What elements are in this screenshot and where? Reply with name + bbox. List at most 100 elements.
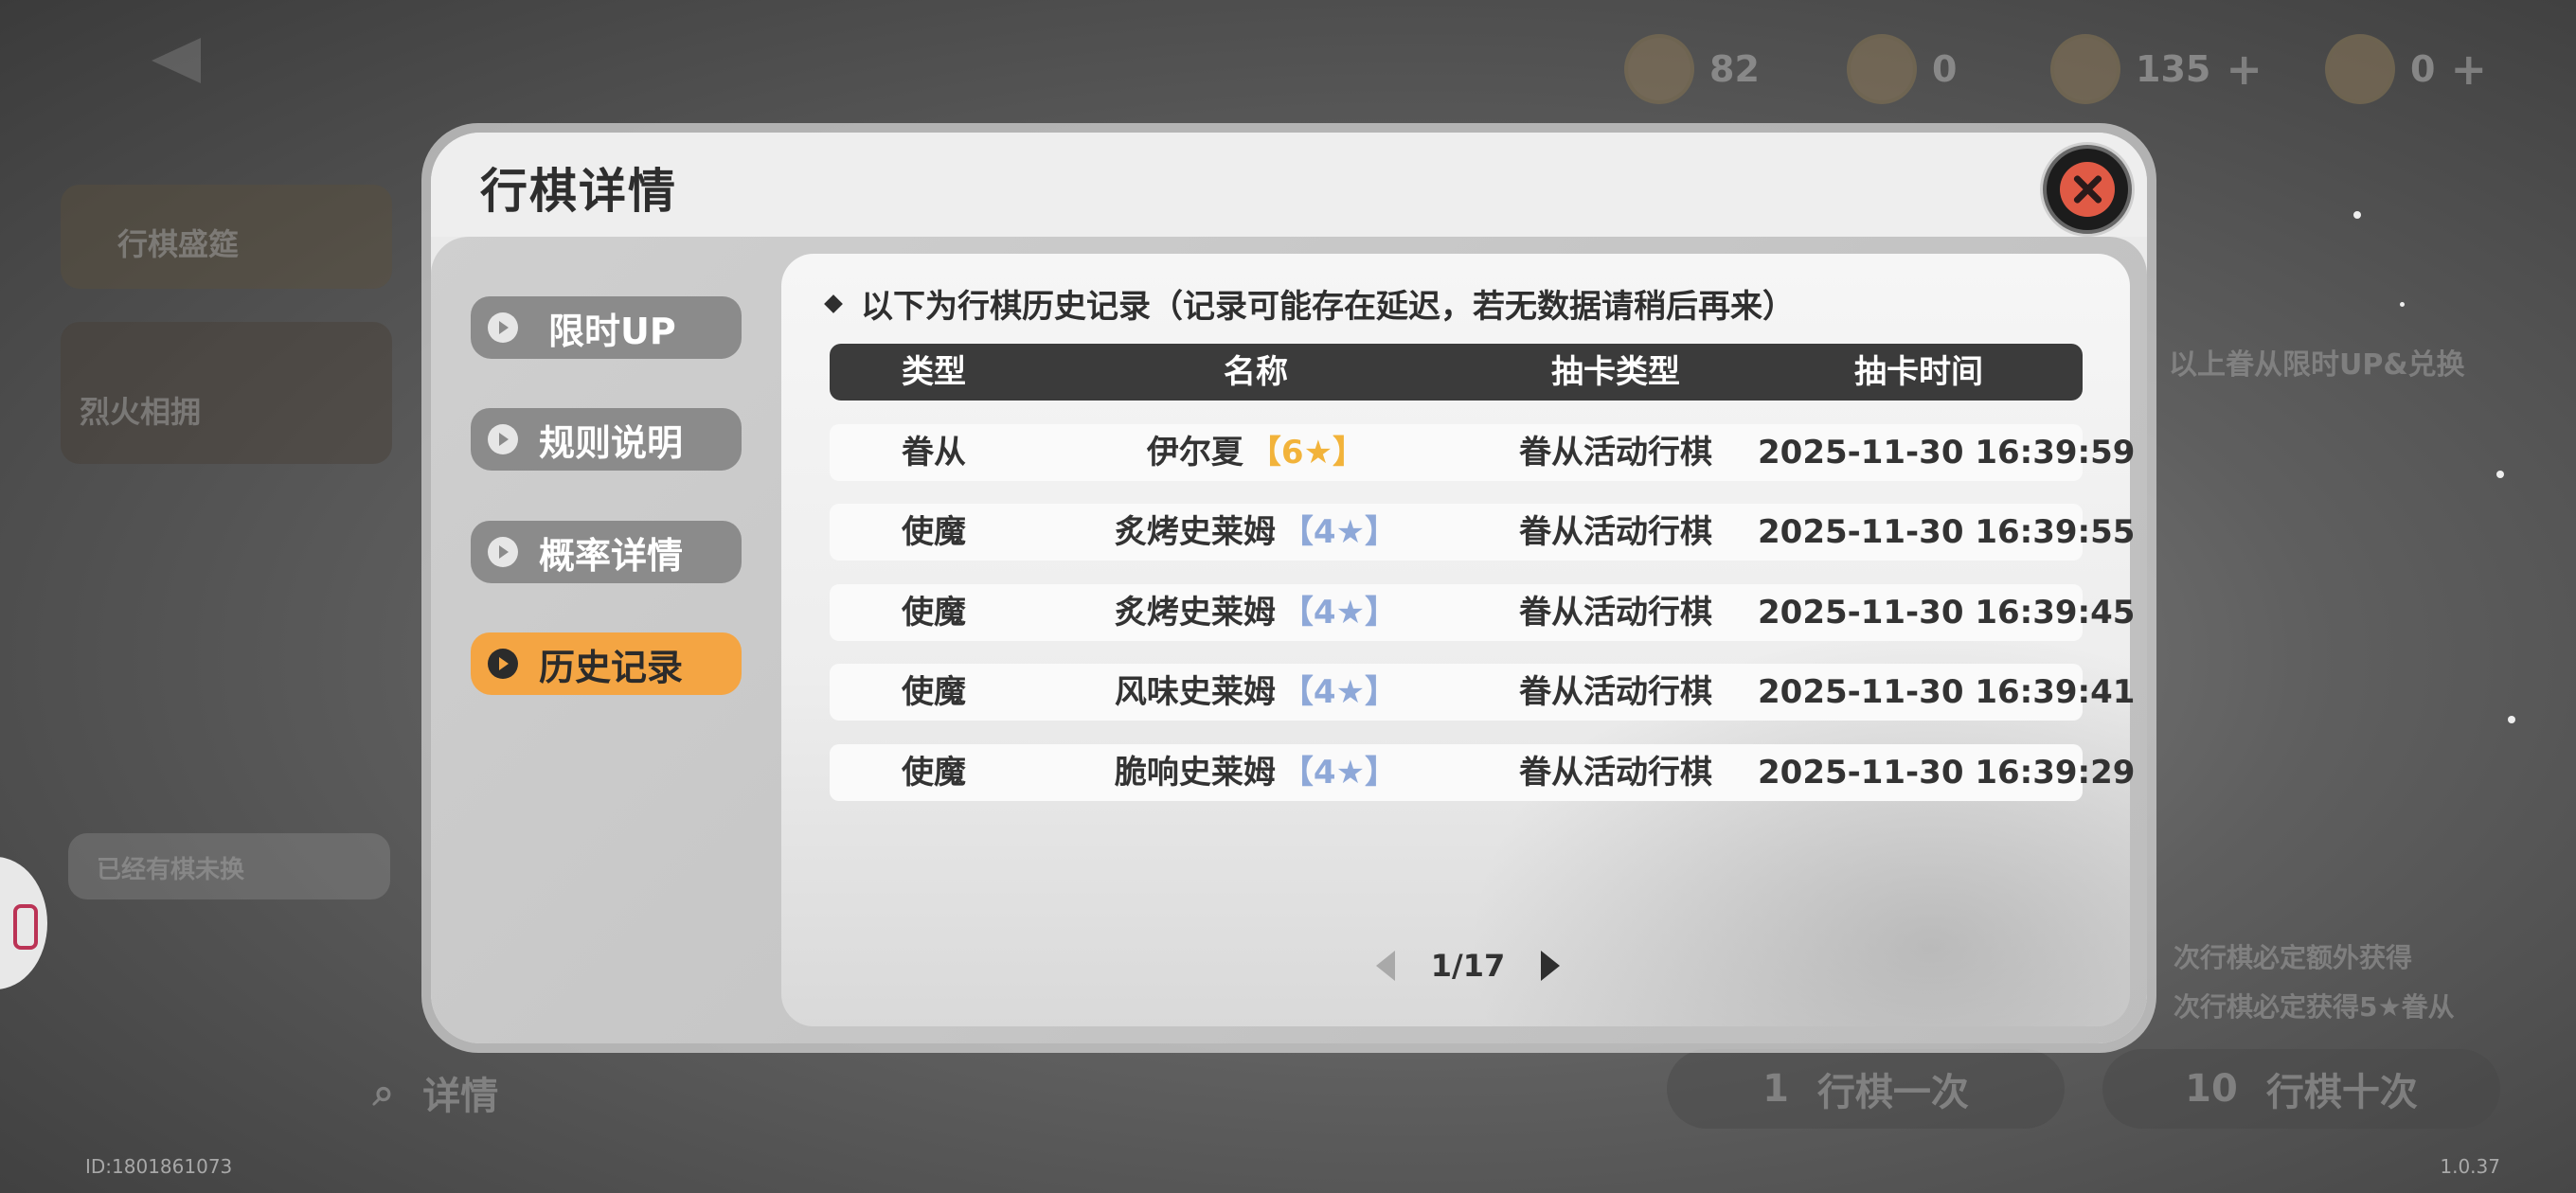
row-draw-type: 眷从活动行棋 [1519, 513, 1712, 551]
sparkle-decoration [2353, 211, 2361, 219]
row-name: 炙烤史莱姆 [1114, 513, 1276, 551]
guarantee-hint-2: 次行棋必定获得5★眷从 [2174, 991, 2455, 1023]
draw-one-button[interactable]: 1 行棋一次 [1667, 1049, 2065, 1129]
search-icon: ⌕ [372, 1071, 395, 1114]
event-secondary-card[interactable]: 烈火相拥 [61, 322, 392, 464]
header-name: 名称 [1224, 353, 1288, 391]
coin-icon [1624, 34, 1694, 104]
row-name: 脆响史莱姆 [1114, 754, 1276, 792]
row-name-cell: 脆响史莱姆 【4★】 [1038, 744, 1474, 801]
table-row: 使魔 脆响史莱姆 【4★】 眷从活动行棋 2025-11-30 16:39:29 [830, 744, 2136, 801]
draw-one-label: 行棋一次 [1816, 1071, 1969, 1114]
sparkle-decoration [2508, 716, 2515, 723]
event-banner-label: 行棋盛筵 [117, 226, 240, 262]
sparkle-decoration [2400, 302, 2405, 307]
row-draw-time: 2025-11-30 16:39:59 [1758, 434, 2136, 472]
user-id: ID:1801861073 [85, 1155, 233, 1178]
pagination: 1/17 [1345, 937, 1591, 994]
table-row: 使魔 风味史莱姆 【4★】 眷从活动行棋 2025-11-30 16:39:41 [830, 664, 2136, 721]
rarity-badge: 【4★】 [1280, 754, 1398, 792]
row-draw-time: 2025-11-30 16:39:41 [1758, 673, 2136, 711]
diamond-bullet-icon [824, 294, 843, 313]
row-name: 炙烤史莱姆 [1114, 594, 1276, 632]
add-ticket-button[interactable]: + [2450, 44, 2487, 95]
next-page-icon[interactable] [1541, 951, 1561, 981]
row-draw-type: 眷从活动行棋 [1519, 673, 1712, 711]
event-secondary-label: 烈火相拥 [80, 394, 202, 430]
close-icon [2060, 162, 2115, 217]
side-menu-button[interactable] [0, 857, 47, 989]
row-draw-type: 眷从活动行棋 [1519, 434, 1712, 472]
tab-limited-up[interactable]: 限时UP [471, 296, 742, 359]
guarantee-hint-1: 次行棋必定额外获得 [2174, 942, 2413, 973]
header-draw-type: 抽卡类型 [1551, 353, 1680, 391]
tab-label: 规则说明 [539, 421, 684, 464]
ticket-value: 0 [2410, 48, 2436, 90]
character-token-counter[interactable]: 0 [1847, 27, 1957, 112]
draw-ten-count: 10 [2185, 1067, 2238, 1111]
header-draw-time: 抽卡时间 [1854, 353, 1983, 391]
rarity-badge: 【4★】 [1280, 513, 1398, 551]
row-draw-type: 眷从活动行棋 [1519, 754, 1712, 792]
table-row: 使魔 炙烤史莱姆 【4★】 眷从活动行棋 2025-11-30 16:39:45 [830, 584, 2136, 641]
character-token-value: 0 [1932, 48, 1958, 90]
modal-title: 行棋详情 [480, 164, 677, 219]
coin-counter[interactable]: 82 [1624, 27, 1760, 112]
play-icon [488, 537, 518, 567]
row-type: 使魔 [902, 754, 966, 792]
gem-counter[interactable]: 135 + [2050, 27, 2263, 112]
exchange-hint: 已经有棋未换 [68, 833, 390, 899]
tab-rules[interactable]: 规则说明 [471, 408, 742, 471]
tab-probability[interactable]: 概率详情 [471, 521, 742, 583]
ticket-counter[interactable]: 0 + [2325, 27, 2487, 112]
row-draw-time: 2025-11-30 16:39:29 [1758, 754, 2136, 792]
row-draw-time: 2025-11-30 16:39:55 [1758, 513, 2136, 551]
play-icon [488, 649, 518, 679]
draw-ten-button[interactable]: 10 行棋十次 [2102, 1049, 2500, 1129]
play-icon [488, 312, 518, 343]
detail-label: 详情 [422, 1075, 499, 1118]
top-bar: 82 0 135 + 0 + [0, 0, 2576, 142]
character-token-icon [1847, 34, 1917, 104]
up-exchange-label: 以上眷从限时UP&兑换 [2169, 348, 2465, 382]
gem-icon [2050, 34, 2120, 104]
detail-button[interactable]: ⌕ 详情 [341, 1053, 530, 1132]
add-gem-button[interactable]: + [2226, 44, 2263, 95]
rarity-badge: 【6★】 [1248, 434, 1366, 472]
draw-one-count: 1 [1762, 1067, 1789, 1111]
coin-value: 82 [1709, 48, 1760, 90]
event-banner-card[interactable]: 行棋盛筵 [61, 185, 392, 289]
prev-page-icon[interactable] [1375, 951, 1395, 981]
row-name-cell: 炙烤史莱姆 【4★】 [1038, 504, 1474, 561]
close-button[interactable] [2043, 145, 2132, 234]
row-type: 使魔 [902, 594, 966, 632]
rarity-badge: 【4★】 [1280, 594, 1398, 632]
notice-text: 以下为行棋历史记录（记录可能存在延迟，若无数据请稍后再来） [861, 288, 1795, 326]
page-indicator: 1/17 [1430, 948, 1506, 984]
row-draw-type: 眷从活动行棋 [1519, 594, 1712, 632]
row-name-cell: 伊尔夏 【6★】 [1038, 424, 1474, 481]
table-row: 使魔 炙烤史莱姆 【4★】 眷从活动行棋 2025-11-30 16:39:55 [830, 504, 2136, 561]
draw-ten-label: 行棋十次 [2265, 1071, 2418, 1114]
row-draw-time: 2025-11-30 16:39:45 [1758, 594, 2136, 632]
row-type: 眷从 [902, 434, 966, 472]
sparkle-decoration [2496, 471, 2504, 478]
gem-value: 135 [2136, 48, 2211, 90]
ticket-icon [2325, 34, 2395, 104]
row-name: 风味史莱姆 [1114, 673, 1276, 711]
row-type: 使魔 [902, 673, 966, 711]
row-name-cell: 炙烤史莱姆 【4★】 [1038, 584, 1474, 641]
history-notice: 以下为行棋历史记录（记录可能存在延迟，若无数据请稍后再来） [824, 280, 1795, 327]
side-menu-icon [13, 904, 38, 950]
row-type: 使魔 [902, 513, 966, 551]
tab-history[interactable]: 历史记录 [471, 632, 742, 695]
tab-label: 概率详情 [539, 534, 684, 577]
table-header: 类型 名称 抽卡类型 抽卡时间 [830, 344, 2083, 401]
rarity-badge: 【4★】 [1280, 673, 1398, 711]
row-name-cell: 风味史莱姆 【4★】 [1038, 664, 1474, 721]
tab-label: 限时UP [548, 310, 676, 352]
header-type: 类型 [902, 353, 966, 391]
back-arrow-icon[interactable] [152, 38, 201, 83]
play-icon [488, 424, 518, 454]
table-row: 眷从 伊尔夏 【6★】 眷从活动行棋 2025-11-30 16:39:59 [830, 424, 2136, 481]
